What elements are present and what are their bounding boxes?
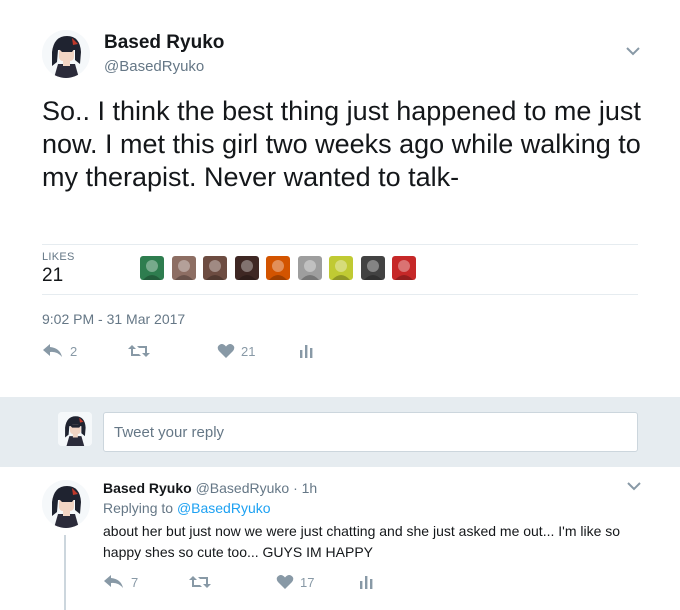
- thread-line: [64, 535, 66, 610]
- retweet-button[interactable]: [127, 343, 157, 359]
- reply-button[interactable]: 7: [103, 574, 138, 590]
- author-name[interactable]: Based Ryuko: [104, 32, 224, 54]
- analytics-button[interactable]: [298, 343, 314, 359]
- reply-count: 7: [131, 574, 139, 590]
- divider: [42, 244, 638, 245]
- reply-time[interactable]: 1h: [302, 480, 318, 496]
- retweet-icon: [189, 576, 211, 588]
- reply-text: about her but just now we were just chat…: [103, 523, 621, 560]
- reply-author-handle[interactable]: @BasedRyuko: [196, 480, 290, 496]
- reply-icon: [43, 344, 62, 357]
- analytics-button[interactable]: [358, 574, 374, 590]
- main-tweet: Based Ryuko @BasedRyuko So.. I think the…: [0, 0, 680, 397]
- liker-avatar[interactable]: [392, 256, 416, 280]
- liker-avatar[interactable]: [171, 256, 196, 280]
- replying-handle-link[interactable]: @BasedRyuko: [177, 500, 271, 516]
- liker-avatar[interactable]: [329, 256, 353, 280]
- reply-author-name[interactable]: Based Ryuko: [103, 480, 192, 496]
- liker-avatar[interactable]: [360, 256, 385, 280]
- liker-avatar[interactable]: [140, 256, 164, 280]
- tweet-actions: 2 21: [42, 343, 342, 363]
- liker-avatar[interactable]: [297, 256, 322, 280]
- liker-avatar[interactable]: [234, 256, 259, 280]
- like-count: 21: [241, 343, 256, 359]
- heart-icon: [276, 575, 294, 589]
- reply-author-avatar[interactable]: [42, 480, 90, 528]
- retweet-button[interactable]: [188, 574, 218, 590]
- like-count: 17: [300, 574, 315, 590]
- liker-avatar[interactable]: [203, 256, 227, 280]
- retweet-icon: [128, 345, 150, 357]
- analytics-icon: [360, 576, 373, 589]
- reply-button[interactable]: 2: [42, 343, 77, 359]
- current-user-avatar: [58, 412, 92, 446]
- chevron-down-icon[interactable]: [626, 46, 640, 56]
- chevron-down-icon[interactable]: [627, 481, 641, 491]
- reply-header: Based Ryuko @BasedRyuko · 1h: [103, 480, 317, 496]
- tweet-text: So.. I think the best thing just happene…: [42, 96, 641, 192]
- like-button[interactable]: 17: [276, 574, 314, 590]
- analytics-icon: [300, 345, 313, 358]
- likes-label: LIKES: [42, 251, 75, 263]
- reply-count: 2: [70, 343, 78, 359]
- replying-prefix: Replying to: [103, 500, 174, 516]
- like-button[interactable]: 21: [217, 343, 255, 359]
- reply-icon: [104, 575, 123, 588]
- reply-input[interactable]: Tweet your reply: [103, 412, 638, 452]
- liker-avatar[interactable]: [266, 256, 290, 280]
- heart-icon: [217, 344, 235, 358]
- separator: ·: [293, 480, 298, 496]
- author-handle[interactable]: @BasedRyuko: [104, 58, 204, 75]
- likes-count[interactable]: 21: [42, 265, 63, 287]
- author-avatar[interactable]: [42, 30, 90, 78]
- replying-to: Replying to @BasedRyuko: [103, 500, 271, 516]
- tweet-timestamp[interactable]: 9:02 PM - 31 Mar 2017: [42, 311, 185, 327]
- reply-actions: 7 17: [103, 574, 403, 594]
- divider: [42, 294, 638, 295]
